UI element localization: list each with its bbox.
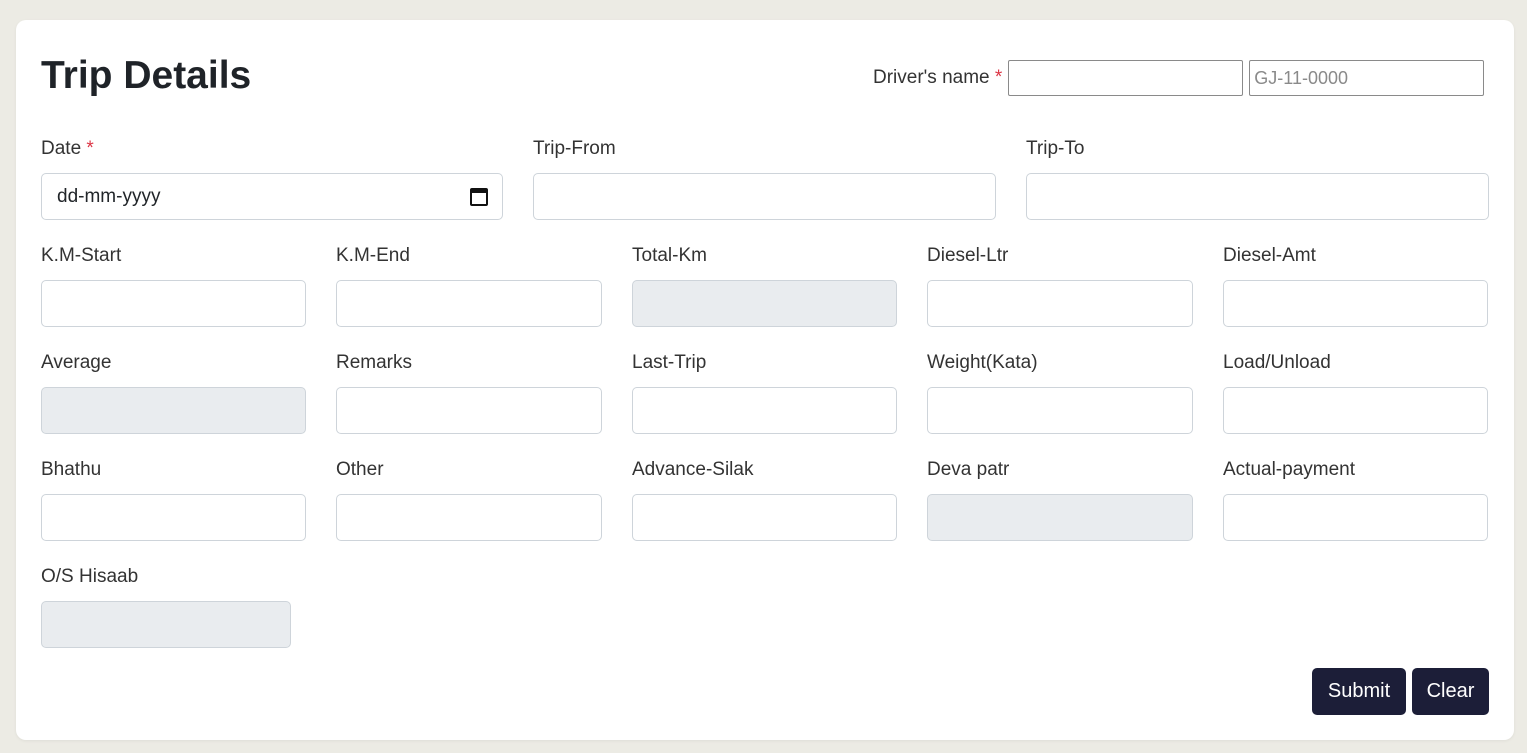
- actual-payment-input[interactable]: [1223, 494, 1488, 541]
- diesel-amt-field: Diesel-Amt: [1223, 243, 1488, 327]
- trip-details-card: Trip Details Driver's name * Date * dd-m…: [16, 20, 1514, 740]
- remarks-input[interactable]: [336, 387, 602, 434]
- date-field: Date * dd-mm-yyyy: [41, 136, 503, 220]
- actual-payment-field: Actual-payment: [1223, 457, 1488, 541]
- km-start-input[interactable]: [41, 280, 306, 327]
- total-km-label: Total-Km: [632, 245, 707, 266]
- km-end-input[interactable]: [336, 280, 602, 327]
- deva-patr-input: [927, 494, 1193, 541]
- date-label-text: Date: [41, 138, 82, 159]
- driver-name-label-text: Driver's name: [873, 67, 990, 88]
- advance-silak-input[interactable]: [632, 494, 897, 541]
- load-unload-label: Load/Unload: [1223, 352, 1331, 373]
- bhathu-label: Bhathu: [41, 459, 102, 480]
- bhathu-field: Bhathu: [41, 457, 306, 541]
- last-trip-input[interactable]: [632, 387, 897, 434]
- trip-to-field: Trip-To: [1026, 136, 1489, 220]
- date-label: Date *: [41, 136, 503, 162]
- trip-from-input[interactable]: [533, 173, 996, 220]
- km-end-field: K.M-End: [336, 243, 602, 327]
- diesel-ltr-input[interactable]: [927, 280, 1193, 327]
- clear-button[interactable]: Clear: [1412, 668, 1489, 715]
- km-start-field: K.M-Start: [41, 243, 306, 327]
- trip-to-input[interactable]: [1026, 173, 1489, 220]
- vehicle-number-input[interactable]: [1249, 60, 1485, 96]
- load-unload-field: Load/Unload: [1223, 350, 1488, 434]
- deva-patr-field: Deva patr: [927, 457, 1193, 541]
- average-input: [41, 387, 306, 434]
- average-label: Average: [41, 352, 112, 373]
- date-value: dd-mm-yyyy: [57, 185, 161, 207]
- os-hisaab-input: [41, 601, 291, 648]
- remarks-field: Remarks: [336, 350, 602, 434]
- remarks-label: Remarks: [336, 352, 413, 373]
- other-label: Other: [336, 459, 384, 480]
- date-input[interactable]: dd-mm-yyyy: [41, 173, 503, 220]
- last-trip-label: Last-Trip: [632, 352, 707, 373]
- trip-from-field: Trip-From: [533, 136, 996, 220]
- trip-from-label: Trip-From: [533, 138, 616, 159]
- driver-group: Driver's name *: [873, 60, 1485, 96]
- average-field: Average: [41, 350, 306, 434]
- required-mark: *: [994, 67, 1003, 88]
- weight-input[interactable]: [927, 387, 1193, 434]
- diesel-amt-label: Diesel-Amt: [1223, 245, 1316, 266]
- weight-label: Weight(Kata): [927, 352, 1038, 373]
- driver-name-label: Driver's name *: [873, 67, 1002, 89]
- total-km-field: Total-Km: [632, 243, 897, 327]
- bhathu-input[interactable]: [41, 494, 306, 541]
- actual-payment-label: Actual-payment: [1223, 459, 1356, 480]
- driver-name-input[interactable]: [1008, 60, 1244, 96]
- km-end-label: K.M-End: [336, 245, 410, 266]
- required-mark: *: [86, 138, 94, 159]
- other-field: Other: [336, 457, 602, 541]
- advance-silak-label: Advance-Silak: [632, 459, 754, 480]
- diesel-ltr-field: Diesel-Ltr: [927, 243, 1193, 327]
- advance-silak-field: Advance-Silak: [632, 457, 897, 541]
- load-unload-input[interactable]: [1223, 387, 1488, 434]
- other-input[interactable]: [336, 494, 602, 541]
- last-trip-field: Last-Trip: [632, 350, 897, 434]
- total-km-input: [632, 280, 897, 327]
- os-hisaab-field: O/S Hisaab: [41, 564, 291, 648]
- calendar-icon[interactable]: [470, 187, 488, 206]
- diesel-ltr-label: Diesel-Ltr: [927, 245, 1009, 266]
- page-title: Trip Details: [41, 54, 252, 97]
- km-start-label: K.M-Start: [41, 245, 122, 266]
- deva-patr-label: Deva patr: [927, 459, 1010, 480]
- trip-to-label: Trip-To: [1026, 138, 1085, 159]
- submit-button[interactable]: Submit: [1312, 668, 1406, 715]
- weight-field: Weight(Kata): [927, 350, 1193, 434]
- diesel-amt-input[interactable]: [1223, 280, 1488, 327]
- os-hisaab-label: O/S Hisaab: [41, 566, 139, 587]
